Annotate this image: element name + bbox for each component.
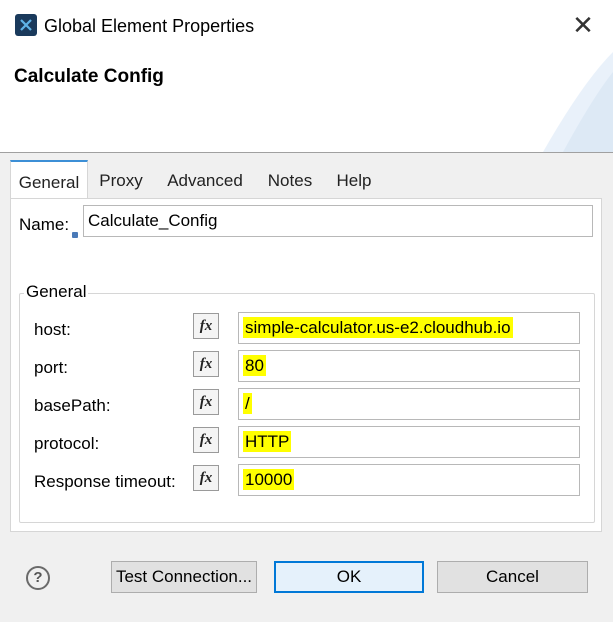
protocol-value: HTTP	[243, 431, 292, 452]
fx-expression-button[interactable]: fx	[193, 389, 219, 415]
protocol-row: protocol: fx HTTP	[20, 426, 594, 460]
test-connection-button[interactable]: Test Connection...	[111, 561, 257, 593]
window-title: Global Element Properties	[44, 16, 255, 36]
basepath-row: basePath: fx /	[20, 388, 594, 422]
port-label: port:	[34, 358, 69, 377]
tab-advanced[interactable]: Advanced	[160, 160, 250, 198]
app-logo-icon	[15, 14, 37, 36]
fx-expression-button[interactable]: fx	[193, 465, 219, 491]
ok-button[interactable]: OK	[274, 561, 424, 593]
name-label: Name:	[19, 215, 70, 234]
port-field[interactable]: 80	[238, 350, 580, 382]
general-group: General host: fx simple-calculator.us-e2…	[19, 282, 595, 523]
dialog-header: Calculate Config	[0, 52, 613, 152]
fx-expression-button[interactable]: fx	[193, 351, 219, 377]
port-row: port: fx 80	[20, 350, 594, 384]
tab-general[interactable]: General	[10, 160, 88, 199]
host-value: simple-calculator.us-e2.cloudhub.io	[243, 317, 513, 338]
response-timeout-value: 10000	[243, 469, 295, 490]
fx-expression-button[interactable]: fx	[193, 313, 219, 339]
group-title: General	[24, 282, 89, 302]
response-timeout-row: Response timeout: fx 10000	[20, 464, 594, 498]
tab-help[interactable]: Help	[330, 160, 378, 198]
header-divider	[0, 152, 613, 153]
tab-bar: General Proxy Advanced Notes Help	[10, 160, 600, 199]
host-field[interactable]: simple-calculator.us-e2.cloudhub.io	[238, 312, 580, 344]
help-icon[interactable]: ?	[26, 566, 50, 590]
tab-proxy[interactable]: Proxy	[92, 160, 150, 198]
basepath-label: basePath:	[34, 396, 111, 415]
cancel-button[interactable]: Cancel	[437, 561, 588, 593]
response-timeout-field[interactable]: 10000	[238, 464, 580, 496]
port-value: 80	[243, 355, 266, 376]
response-timeout-label: Response timeout:	[34, 472, 176, 491]
basepath-value: /	[243, 393, 252, 414]
header-decoration	[543, 52, 613, 152]
host-row: host: fx simple-calculator.us-e2.cloudhu…	[20, 312, 594, 346]
fx-expression-button[interactable]: fx	[193, 427, 219, 453]
info-decorator-icon	[72, 232, 78, 238]
host-label: host:	[34, 320, 71, 339]
close-icon[interactable]: ✕	[566, 8, 600, 42]
general-panel: Name: General host: fx simple-calculator…	[10, 198, 602, 532]
protocol-label: protocol:	[34, 434, 100, 453]
basepath-field[interactable]: /	[238, 388, 580, 420]
tab-notes[interactable]: Notes	[260, 160, 320, 198]
name-field[interactable]	[83, 205, 593, 237]
protocol-field[interactable]: HTTP	[238, 426, 580, 458]
title-bar: Global Element Properties ✕	[0, 0, 613, 52]
page-title: Calculate Config	[14, 66, 164, 87]
